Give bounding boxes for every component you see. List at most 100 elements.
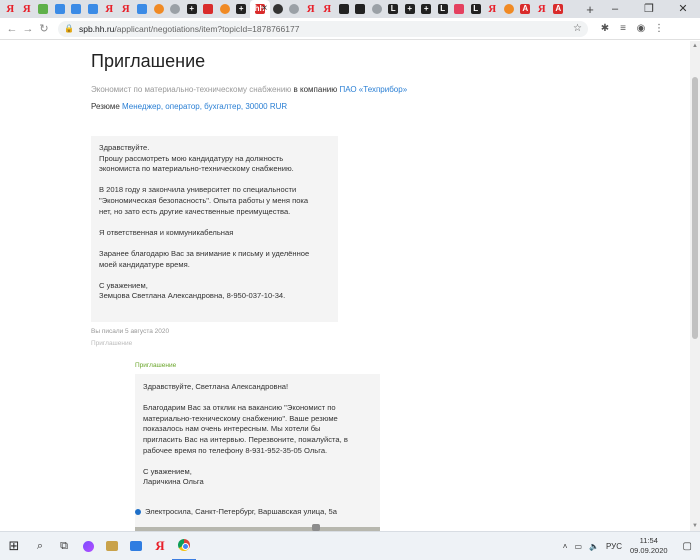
scroll-down-icon[interactable]: ▼ — [690, 521, 700, 531]
grid-icon — [338, 4, 349, 14]
browser-tab[interactable] — [68, 0, 85, 18]
browser-tab[interactable] — [200, 0, 217, 18]
lock-icon[interactable]: 🔒 — [64, 24, 74, 33]
yandex-icon: Я — [488, 2, 497, 15]
browser-tab[interactable]: Я — [319, 0, 336, 18]
globe-icon — [272, 4, 283, 14]
browser-tab[interactable]: hh × — [249, 0, 270, 18]
resume-link[interactable]: Менеджер, оператор, бухгалтер, 30000 RUR — [122, 102, 287, 111]
scroll-up-icon[interactable]: ▲ — [690, 41, 700, 51]
metro-icon — [135, 508, 141, 515]
alice-assistant-icon[interactable] — [76, 532, 100, 560]
browser-tab[interactable]: Я — [484, 0, 501, 18]
browser-tab[interactable] — [134, 0, 151, 18]
orange-icon — [153, 4, 164, 14]
browser-tab[interactable] — [451, 0, 468, 18]
browser-tab[interactable]: Я — [118, 0, 135, 18]
maximize-button[interactable]: ❐ — [632, 0, 666, 18]
page-title: Приглашение — [91, 51, 206, 71]
site-icon — [289, 4, 300, 14]
url-host: spb.hh.ru — [78, 23, 115, 34]
extensions-icon[interactable]: ✱ — [596, 23, 614, 34]
file-explorer-icon[interactable] — [100, 532, 124, 560]
company-link[interactable]: ПАО «Техприбор» — [339, 85, 407, 94]
tray-arrow-icon[interactable]: ˄ — [563, 542, 568, 551]
tab-close-icon[interactable]: × — [262, 3, 268, 14]
message-line: нет, но зато есть другие качественные пр… — [99, 206, 291, 216]
message-line: С уважением, — [143, 466, 192, 476]
chat-icon — [71, 4, 82, 14]
browser-tab[interactable] — [501, 0, 518, 18]
message-line: пригласить Вас на интервью. Перезвоните,… — [143, 434, 348, 444]
browser-tab[interactable] — [85, 0, 102, 18]
yandex-icon: Я — [121, 2, 130, 15]
close-window-button[interactable]: ✕ — [666, 0, 700, 18]
browser-tab[interactable]: Я — [19, 0, 36, 18]
message-line: показалось нам очень интересным. Мы хоте… — [143, 424, 321, 434]
browser-tab[interactable]: A — [550, 0, 567, 18]
task-view-icon[interactable]: ⧉ — [52, 532, 76, 560]
browser-tab[interactable]: L — [385, 0, 402, 18]
browser-tab[interactable]: + — [233, 0, 250, 18]
forward-icon[interactable]: → — [20, 23, 36, 35]
network-icon[interactable]: ▭ — [574, 542, 582, 551]
scroll-thumb[interactable] — [692, 77, 698, 339]
new-tab-button[interactable]: + — [582, 2, 598, 17]
yandex-browser-icon[interactable]: Я — [148, 532, 172, 560]
message-line: С уважением, — [99, 280, 148, 290]
browser-tab[interactable]: + — [418, 0, 435, 18]
mail-icon — [219, 4, 230, 14]
browser-tab[interactable] — [35, 0, 52, 18]
browser-tab[interactable] — [336, 0, 353, 18]
mail-app-icon[interactable] — [124, 532, 148, 560]
yandex-icon: Я — [22, 2, 31, 15]
browser-tab[interactable]: A — [517, 0, 534, 18]
chrome-icon[interactable] — [172, 532, 196, 560]
browser-tab[interactable] — [167, 0, 184, 18]
browser-tab[interactable] — [352, 0, 369, 18]
search-icon[interactable]: ⌕ — [28, 532, 52, 560]
browser-tab[interactable]: + — [402, 0, 419, 18]
browser-tab[interactable] — [286, 0, 303, 18]
plus-square-icon: + — [421, 4, 432, 14]
reading-list-icon[interactable]: ≡ — [614, 23, 632, 34]
browser-tab[interactable]: L — [468, 0, 485, 18]
yandex-icon: Я — [6, 2, 15, 15]
taskbar: ⊞ ⌕ ⧉ Я ˄ ▭ 🔈 РУС 11:54 09.09.2020 ▢ — [0, 531, 700, 560]
notifications-icon[interactable]: ▢ — [683, 541, 692, 552]
back-icon[interactable]: ← — [4, 23, 20, 35]
browser-tab[interactable]: Я — [2, 0, 19, 18]
browser-tab[interactable] — [151, 0, 168, 18]
browser-tab[interactable] — [270, 0, 287, 18]
browser-tab[interactable] — [217, 0, 234, 18]
browser-tab[interactable] — [52, 0, 69, 18]
profile-icon[interactable]: ◉ — [632, 23, 650, 34]
volume-icon[interactable]: 🔈 — [589, 542, 599, 551]
browser-tab[interactable]: Я — [534, 0, 551, 18]
address-bar[interactable]: 🔒 spb.hh.ru/applicant/negotiations/item?… — [58, 20, 588, 37]
browser-tab[interactable] — [369, 0, 386, 18]
bookmark-star-icon[interactable]: ☆ — [573, 23, 582, 34]
in-company-text: в компанию — [293, 85, 338, 94]
vacancy-title: Экономист по материально-техническому сн… — [91, 85, 292, 94]
l-icon: L — [437, 4, 448, 14]
sent-date: Вы писали 5 августа 2020 — [91, 328, 170, 335]
minimize-button[interactable]: – — [598, 0, 632, 18]
language-indicator[interactable]: РУС — [606, 542, 622, 551]
address-text: Электросила, Санкт-Петербург, Варшавская… — [145, 507, 338, 516]
windows-start-icon[interactable]: ⊞ — [0, 538, 28, 554]
browser-tab[interactable]: Я — [101, 0, 118, 18]
menu-icon[interactable]: ⋮ — [650, 23, 668, 34]
vertical-scrollbar[interactable]: ▲ ▼ — [690, 41, 700, 531]
mail-icon — [503, 4, 514, 14]
system-tray: ˄ ▭ 🔈 РУС 11:54 09.09.2020 ▢ — [556, 536, 700, 556]
browser-tab[interactable]: Я — [303, 0, 320, 18]
clock[interactable]: 11:54 09.09.2020 — [630, 536, 668, 556]
yandex-icon: Я — [537, 2, 546, 15]
browser-tab[interactable]: L — [435, 0, 452, 18]
reload-icon[interactable]: ↻ — [36, 22, 52, 35]
message-line: материально-техническому снабжению". Ваш… — [143, 413, 338, 423]
browser-tab[interactable]: + — [184, 0, 201, 18]
